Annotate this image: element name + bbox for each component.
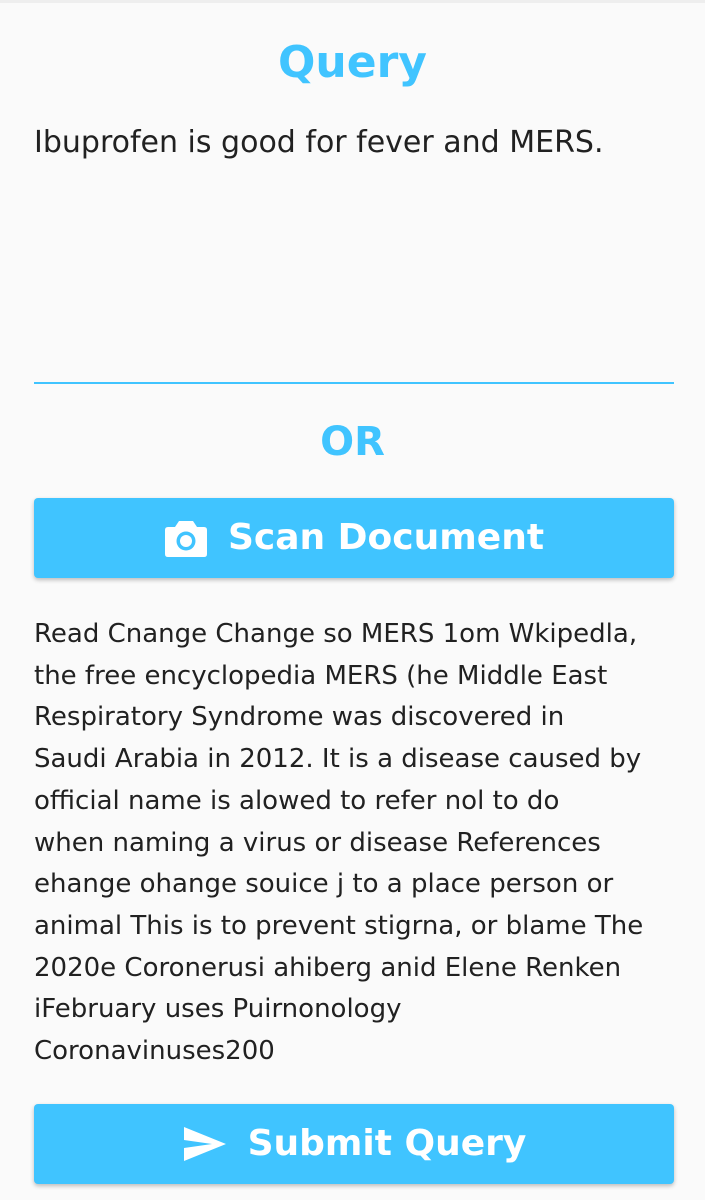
or-divider-label: OR — [320, 419, 385, 465]
scanned-text-line: 2020e Coronerusi ahiberg anid Elene Renk… — [34, 952, 622, 983]
scan-document-label: Scan Document — [227, 517, 545, 558]
scanned-text-line: Respiratory Syndrome was discovered in — [34, 702, 565, 733]
scanned-text-line: Saudi Arabia in 2012. It is a disease ca… — [34, 744, 642, 775]
scan-document-button[interactable]: Scan Document — [34, 498, 674, 578]
scanned-text-line: ehange ohange souice j to a place person… — [34, 869, 614, 900]
scanned-document-text: Read Cnange Change so MERS 1om Wkipedla,… — [34, 614, 684, 1073]
query-input[interactable]: Ibuprofen is good for fever and MERS. — [34, 118, 674, 384]
scanned-text-line: animal This is to prevent stigrna, or bl… — [34, 910, 644, 941]
scanned-text-line: official name is alowed to refer nol to … — [34, 785, 560, 816]
submit-query-button[interactable]: Submit Query — [34, 1104, 674, 1184]
status-bar-strip — [0, 0, 705, 3]
submit-query-label: Submit Query — [247, 1123, 527, 1164]
scanned-text-line: the free encyclopedia MERS (he Middle Ea… — [34, 660, 608, 691]
scanned-text-line: Coronavinuses200 — [34, 1036, 275, 1067]
scanned-text-line: when naming a virus or disease Reference… — [34, 827, 601, 858]
scanned-text-line: Read Cnange Change so MERS 1om Wkipedla, — [34, 619, 638, 649]
send-icon — [182, 1124, 228, 1164]
scanned-text-line: iFebruary uses Puirnonology — [34, 994, 402, 1025]
page-title: Query — [278, 37, 427, 88]
camera-icon — [164, 518, 208, 558]
